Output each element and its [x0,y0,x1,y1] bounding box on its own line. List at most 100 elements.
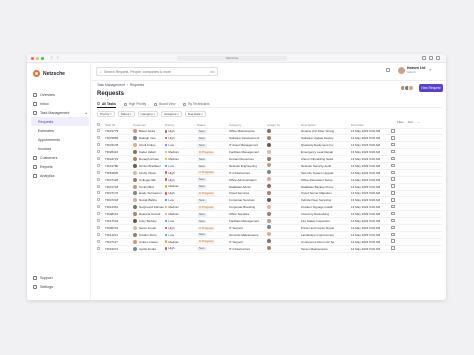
avatar[interactable] [267,239,271,244]
table-row[interactable]: TID21779 Bekal Jenks High New Office Mainten… [97,128,442,136]
avatar[interactable] [267,149,271,154]
new-request-button[interactable]: New Request [419,84,443,92]
row-checkbox[interactable] [97,177,100,181]
open-icon[interactable] [391,156,395,161]
address-bar[interactable]: Netzsche [177,56,287,61]
open-icon[interactable] [391,170,395,175]
table-row[interactable]: TID27176 Haply Sulmacron High In Progress Cl… [97,190,442,198]
table-row[interactable]: TID37126 Colleges Elk High New Office Admini… [97,176,442,184]
search-box[interactable]: ⌕ ⌘K [96,67,218,76]
filter-button[interactable]: Filter [397,120,404,124]
table-row[interactable]: TID36716 Seren Anyell High In Progress IT Su… [97,224,442,232]
minimize-dot-icon[interactable] [36,57,39,60]
table-row[interactable]: TID76866 Raleigh Ince High New Software Deve… [97,134,442,143]
open-icon[interactable] [391,225,395,230]
team-avatars[interactable] [400,85,414,91]
avatar[interactable] [267,211,271,216]
sidebar-item-task-management[interactable]: Task Management ▴ [31,108,89,117]
avatar[interactable] [267,225,271,230]
table-row[interactable]: TID26416 Kader Jabeh Medium In Progress Faci… [97,148,442,157]
avatar[interactable] [267,170,271,175]
row-checkbox[interactable] [97,191,100,195]
row-checkbox[interactable] [97,225,100,229]
avatar[interactable] [267,218,271,223]
table-row[interactable]: TID43178 Ainsli Ardrey Low New IT Asset Mana… [97,141,442,150]
row-checkbox[interactable] [97,239,100,243]
avatar[interactable] [267,246,271,251]
row-checkbox[interactable] [97,184,100,188]
row-checkbox[interactable] [97,198,100,202]
open-icon[interactable] [391,232,395,237]
open-icon[interactable] [391,129,395,133]
select-all-checkbox[interactable] [97,122,100,126]
table-row[interactable]: TID27117 Amber Cowee Medium In Progress IT S… [97,238,442,246]
open-icon[interactable] [391,184,395,188]
open-icon[interactable] [391,191,395,195]
row-checkbox[interactable] [97,246,100,250]
open-icon[interactable] [391,142,395,147]
filter-category[interactable]: Category [137,111,159,117]
table-row[interactable]: TID47218 Nuzak Babbs Low New Corporate Servi… [97,196,442,205]
sidebar-item-settings[interactable]: Settings [31,282,89,291]
avatar[interactable] [267,197,271,202]
sidebar-item-requests[interactable]: Requests [31,117,89,126]
avatar[interactable] [267,163,271,168]
breadcrumb-item[interactable]: Task Management [97,83,125,87]
sidebar-item-overview[interactable]: Overview [31,90,89,99]
open-icon[interactable] [391,218,395,223]
row-checkbox[interactable] [97,212,100,216]
table-row[interactable]: TID38161 Deleana Carvell Medium New Office S… [97,210,442,219]
open-icon[interactable] [391,163,395,168]
open-icon[interactable] [391,239,395,243]
avatar[interactable] [267,184,271,189]
filter-priority[interactable]: Priority [97,111,115,117]
open-icon[interactable] [391,136,395,140]
table-row[interactable]: TID41718 Tonkin Bird Medium New Database Adm… [97,183,442,191]
open-icon[interactable] [391,204,395,209]
table-row[interactable]: TID19371 Apollo Endre High New IT Infrastruc… [97,245,442,253]
open-icon[interactable] [391,246,395,250]
row-checkbox[interactable] [97,129,100,133]
sort-button[interactable]: Sort [408,120,414,124]
sidebar-item-support[interactable]: Support [31,273,89,282]
sidebar-item-customers[interactable]: Customers [31,153,89,162]
row-checkbox[interactable] [97,150,100,154]
share-icon[interactable] [422,56,426,60]
tab-board-view[interactable]: Board View [154,100,175,108]
row-checkbox[interactable] [97,205,100,209]
row-checkbox[interactable] [97,136,100,140]
row-checkbox[interactable] [97,170,100,174]
row-checkbox[interactable] [97,157,100,160]
table-row[interactable]: TID51826 Kindly Vilson High In Progress IT I… [97,169,442,177]
avatar[interactable] [267,156,271,161]
avatar[interactable] [267,128,271,133]
maximize-dot-icon[interactable] [41,57,44,60]
tab-all-tasks[interactable]: All Tasks [97,100,116,108]
sidebar-item-analytics[interactable]: Analytics [31,171,89,180]
open-icon[interactable] [391,177,395,181]
table-row[interactable]: TID31780 Orvius Bradbeer Low New Network Eng… [97,162,442,170]
open-icon[interactable] [391,198,395,202]
back-arrow-icon[interactable]: ‹ [51,55,53,61]
search-input[interactable] [104,69,205,74]
new-tab-icon[interactable] [429,56,433,60]
bell-icon[interactable] [386,68,390,72]
sidebar-item-appointments[interactable]: Appointments [31,135,89,144]
avatar[interactable] [267,135,271,140]
filter-assignee[interactable]: Assignee [161,111,182,117]
tabs-icon[interactable] [436,56,440,60]
forward-arrow-icon[interactable]: › [57,55,59,61]
row-checkbox[interactable] [97,163,100,167]
avatar[interactable] [267,190,271,195]
tab-by-technicians[interactable]: By Technicians [183,100,210,108]
close-dot-icon[interactable] [31,57,34,60]
row-checkbox[interactable] [97,219,100,223]
filter-due-date[interactable]: Due Date [184,111,206,117]
table-row[interactable]: TID14211 Cardon Zicco Low New Grounds Mainte… [97,231,442,239]
sidebar-item-inbox[interactable]: Inbox [31,99,89,108]
sidebar-item-reports[interactable]: Reports [31,162,89,171]
tab-high-priority[interactable]: High Priority [123,100,146,108]
open-icon[interactable] [391,149,395,154]
table-row[interactable]: TID44721 Donagh Artram Medium New Human Reso… [97,155,442,163]
app-logo[interactable]: Netzsche [33,70,65,77]
